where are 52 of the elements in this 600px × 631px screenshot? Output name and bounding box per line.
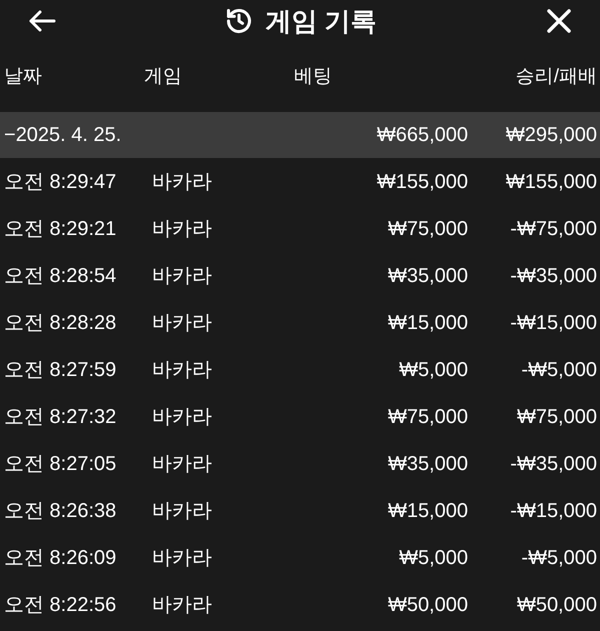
close-icon[interactable]	[546, 8, 572, 34]
bet-cell-text: ₩15,000	[386, 310, 468, 336]
game-cell-text: 바카라	[152, 592, 213, 618]
group-date: −2025. 4. 25.	[3, 123, 122, 148]
bet-cell-text: ₩35,000	[386, 264, 468, 288]
game-cell-text: 바카라	[152, 498, 213, 524]
date-group-row[interactable]: −2025. 4. 25. ₩665,000 ₩295,000	[0, 112, 600, 158]
game-cell-text: 바카라	[152, 310, 213, 336]
result-cell-text: -₩15,000	[509, 498, 597, 524]
result-cell-text: -₩5,000	[520, 358, 597, 382]
bet-cell-text: ₩75,000	[386, 216, 468, 242]
time-cell-text: 오전 8:27:32	[3, 404, 118, 430]
column-header: 승리/패배	[514, 64, 597, 89]
game-cell-text: 바카라	[152, 358, 213, 382]
result-cell-text: -₩5,000	[520, 546, 597, 570]
result-cell-text: -₩35,000	[509, 452, 597, 476]
page-title: 게임 기록	[265, 4, 377, 38]
result-cell-text: ₩75,000	[516, 404, 597, 430]
game-cell-text: 바카라	[152, 546, 213, 570]
result-cell-text: -₩75,000	[509, 216, 597, 242]
time-cell-text: 오전 8:29:47	[3, 170, 118, 194]
back-arrow-icon[interactable]	[28, 9, 56, 33]
time-cell-text: 오전 8:28:54	[3, 264, 118, 288]
result-cell-text: ₩50,000	[516, 592, 597, 618]
bet-cell-text: ₩50,000	[386, 592, 468, 618]
bet-cell-text: ₩5,000	[398, 358, 468, 382]
bet-cell-text: ₩155,000	[376, 170, 468, 194]
result-cell-text: -₩35,000	[509, 264, 597, 288]
result-cell-text: -₩15,000	[509, 310, 597, 336]
bet-total: ₩665,000	[376, 123, 468, 148]
time-cell-text: 오전 8:28:28	[3, 310, 118, 336]
game-cell-text: 바카라	[152, 452, 213, 476]
game-cell-text: 바카라	[152, 264, 213, 288]
time-cell-text: 오전 8:27:59	[3, 358, 118, 382]
game-cell-text: 바카라	[152, 216, 213, 242]
time-cell-text: 오전 8:26:09	[3, 546, 118, 570]
game-cell-text: 바카라	[152, 404, 213, 430]
bet-cell-text: ₩5,000	[398, 546, 468, 570]
result-cell-text: ₩155,000	[504, 170, 597, 194]
column-header: 게임	[144, 64, 183, 89]
game-cell-text: 바카라	[152, 170, 213, 194]
history-icon	[225, 7, 254, 35]
bet-cell-text: ₩35,000	[386, 452, 468, 476]
bet-cell-text: ₩15,000	[386, 498, 468, 524]
time-cell-text: 오전 8:29:21	[3, 216, 118, 242]
result-total: ₩295,000	[504, 123, 597, 148]
column-header: 날짜	[3, 64, 43, 89]
time-cell-text: 오전 8:22:56	[3, 592, 118, 618]
column-header: 베팅	[294, 64, 333, 89]
time-cell-text: 오전 8:27:05	[3, 452, 118, 476]
time-cell-text: 오전 8:26:38	[3, 498, 118, 524]
bet-cell-text: ₩75,000	[386, 404, 468, 430]
